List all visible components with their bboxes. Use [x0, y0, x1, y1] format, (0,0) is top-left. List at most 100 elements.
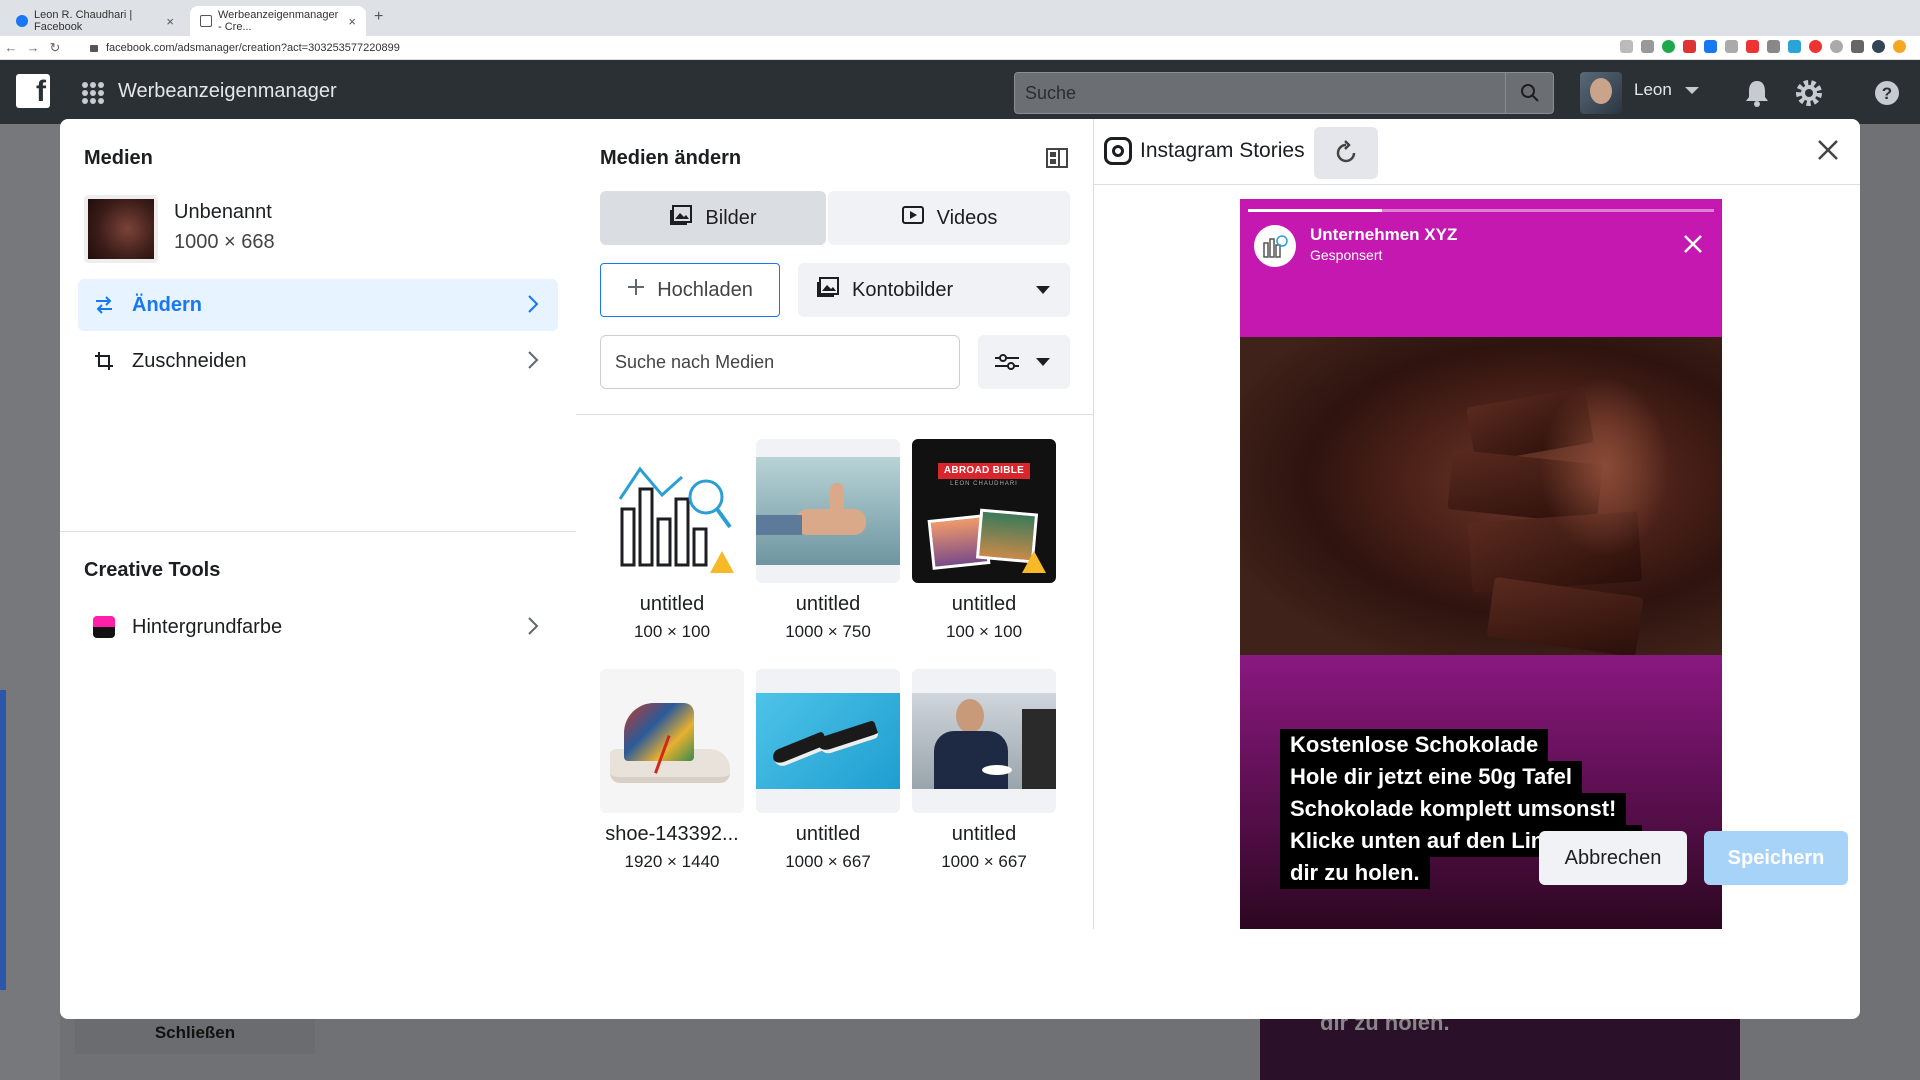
- tab-images[interactable]: Bilder: [600, 191, 826, 245]
- tile-dimensions: 100 × 100: [945, 622, 1023, 641]
- media-name: Unbenannt: [174, 201, 272, 223]
- media-search-input[interactable]: [600, 335, 960, 389]
- media-heading: Medien: [84, 147, 153, 169]
- extension-icon[interactable]: [1725, 40, 1738, 53]
- media-tile[interactable]: untitled 1000 × 750: [756, 439, 900, 642]
- account-images-dropdown[interactable]: Kontobilder: [798, 263, 1070, 317]
- browser-tab-active[interactable]: Werbeanzeigenmanager - Cre... ×: [190, 6, 366, 36]
- header-search: [1014, 72, 1554, 114]
- tile-name: untitled: [639, 593, 705, 615]
- plus-icon: [627, 278, 645, 302]
- media-tile[interactable]: untitled 1000 × 667: [756, 669, 900, 872]
- avatar[interactable]: [1580, 72, 1622, 114]
- zoom-icon[interactable]: [1620, 40, 1633, 53]
- story-close-icon: [1682, 233, 1704, 260]
- reload-icon[interactable]: ↻: [44, 40, 66, 56]
- story-account-avatar: [1254, 225, 1296, 267]
- sneaker-photo: [600, 669, 744, 813]
- menu-item-change[interactable]: Ändern: [78, 279, 558, 331]
- close-icon[interactable]: [1813, 135, 1843, 165]
- media-tile[interactable]: untitled 1000 × 667: [912, 669, 1056, 872]
- shoes-blue-photo: [756, 669, 900, 813]
- extension-icon[interactable]: [1809, 40, 1822, 53]
- extension-icon[interactable]: [1746, 40, 1759, 53]
- warning-icon: [710, 551, 734, 573]
- background-preview-caption: dir zu holen.: [1260, 1010, 1740, 1080]
- abroad-bible-photo: ABROAD BIBLE LEON CHAUDHARI: [912, 439, 1056, 583]
- tile-name: untitled: [951, 593, 1017, 615]
- help-icon[interactable]: ?: [1872, 78, 1902, 108]
- filter-sliders-icon: [994, 351, 1020, 378]
- tile-badge-subtext: LEON CHAUDHARI: [950, 481, 1018, 487]
- extension-icon[interactable]: [1767, 40, 1780, 53]
- creative-tools-heading: Creative Tools: [84, 559, 221, 581]
- story-chocolate-photo: [1240, 337, 1722, 658]
- tile-dimensions: 1000 × 667: [941, 852, 1027, 871]
- story-sponsored-label: Gesponsert: [1310, 247, 1383, 263]
- bell-icon[interactable]: [1742, 78, 1772, 108]
- chevron-right-icon: [526, 293, 540, 321]
- extension-icon[interactable]: [1704, 40, 1717, 53]
- story-account-name: Unternehmen XYZ: [1310, 225, 1458, 244]
- panel-layout-icon[interactable]: [1045, 147, 1069, 174]
- chart-magnifier-icon: [600, 439, 744, 583]
- apps-grid-icon[interactable]: [82, 82, 104, 104]
- filter-button[interactable]: [978, 335, 1070, 389]
- crop-icon: [92, 349, 116, 373]
- reading-list-icon[interactable]: [1851, 40, 1864, 53]
- placement-title: Instagram Stories: [1140, 139, 1305, 162]
- tab-videos[interactable]: Videos: [828, 191, 1070, 245]
- chevron-right-icon: [526, 349, 540, 377]
- extension-icon[interactable]: [1788, 40, 1801, 53]
- tile-dimensions: 1000 × 750: [785, 622, 871, 641]
- search-icon[interactable]: [1505, 73, 1553, 113]
- bookmark-star-icon[interactable]: [1641, 40, 1654, 53]
- upload-button[interactable]: Hochladen: [600, 263, 780, 317]
- story-preview: Unternehmen XYZ Gesponsert Kostenlose Sc…: [1240, 199, 1722, 929]
- media-tile[interactable]: ABROAD BIBLE LEON CHAUDHARI untitled 100…: [912, 439, 1056, 642]
- media-tile[interactable]: untitled 100 × 100: [600, 439, 744, 642]
- media-tile[interactable]: shoe-143392... 1920 × 1440: [600, 669, 744, 872]
- thumbs-up-photo: [756, 439, 900, 583]
- extension-icon[interactable]: [1830, 40, 1843, 53]
- chevron-down-icon[interactable]: [1685, 87, 1699, 94]
- close-tab-icon[interactable]: ×: [348, 14, 356, 29]
- profile-icon[interactable]: [1872, 40, 1885, 53]
- gear-icon[interactable]: [1794, 78, 1824, 108]
- businessman-photo: [912, 669, 1056, 813]
- dropdown-value: Kontobilder: [852, 278, 954, 301]
- browser-tab-title: Werbeanzeigenmanager - Cre...: [218, 9, 339, 33]
- facebook-logo-icon[interactable]: f: [16, 74, 50, 108]
- preview-header: Instagram Stories: [1094, 119, 1860, 185]
- tile-dimensions: 100 × 100: [633, 622, 711, 641]
- menu-item-crop[interactable]: Zuschneiden: [78, 335, 558, 387]
- refresh-button[interactable]: [1314, 127, 1378, 179]
- extension-icons: [1620, 40, 1906, 53]
- header-search-input[interactable]: [1015, 73, 1475, 113]
- app-title: Werbeanzeigenmanager: [118, 80, 337, 102]
- extension-icon[interactable]: [1683, 40, 1696, 53]
- browser-tab[interactable]: Leon R. Chaudhari | Facebook ×: [6, 6, 184, 36]
- forward-icon[interactable]: →: [22, 40, 44, 55]
- new-tab-icon[interactable]: +: [374, 8, 383, 26]
- save-button[interactable]: Speichern: [1704, 831, 1848, 885]
- change-media-heading: Medien ändern: [600, 147, 742, 169]
- ads-manager-header: f Werbeanzeigenmanager Leon ?: [0, 60, 1920, 124]
- menu-item-background-color[interactable]: Hintergrundfarbe: [78, 601, 558, 653]
- tab-label: Bilder: [705, 206, 757, 229]
- background-active-indicator: [0, 690, 6, 990]
- tile-name: untitled: [795, 593, 861, 615]
- chevron-right-icon: [526, 615, 540, 643]
- close-tab-icon[interactable]: ×: [166, 14, 174, 29]
- cancel-button[interactable]: Abbrechen: [1539, 831, 1687, 885]
- url-text[interactable]: facebook.com/adsmanager/creation?act=303…: [106, 42, 400, 54]
- extension-icon[interactable]: [1662, 40, 1675, 53]
- user-name[interactable]: Leon: [1634, 80, 1672, 100]
- menu-icon[interactable]: [1893, 40, 1906, 53]
- caption-line: Hole dir jetzt eine 50g Tafel: [1280, 761, 1582, 793]
- image-icon: [669, 204, 693, 232]
- tile-name: untitled: [795, 823, 861, 845]
- caption-line: Kostenlose Schokolade: [1280, 729, 1549, 761]
- back-icon[interactable]: ←: [0, 40, 22, 55]
- tile-dimensions: 1000 × 667: [785, 852, 871, 871]
